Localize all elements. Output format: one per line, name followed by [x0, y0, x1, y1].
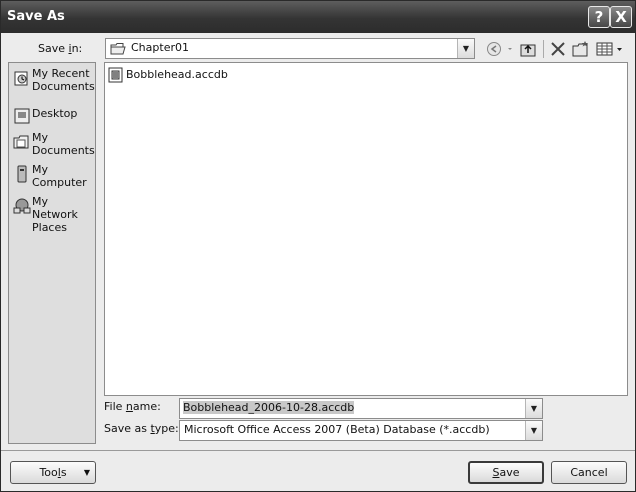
back-icon[interactable]: [486, 40, 516, 58]
close-button[interactable]: X: [610, 6, 632, 28]
chevron-down-icon[interactable]: ▼: [525, 399, 542, 418]
toolbar-separator: [543, 40, 544, 58]
save-button[interactable]: Save: [468, 461, 544, 484]
recent-documents-icon: [14, 71, 28, 86]
views-icon[interactable]: [595, 40, 627, 58]
places-item-my-computer[interactable]: My Computer: [11, 163, 95, 193]
close-icon: X: [615, 8, 627, 26]
dialog-title: Save As: [7, 9, 65, 24]
file-name-label: File name:: [104, 400, 161, 413]
delete-icon[interactable]: [549, 40, 567, 58]
places-item-recent[interactable]: My Recent Documents: [11, 67, 95, 97]
chevron-down-icon[interactable]: ▼: [457, 39, 474, 58]
file-name-input[interactable]: Bobblehead_2006-10-28.accdb ▼: [179, 398, 543, 419]
tools-button[interactable]: Tools ▼: [10, 461, 96, 484]
save-in-dropdown[interactable]: Chapter01 ▼: [105, 38, 475, 59]
new-folder-icon[interactable]: [571, 40, 591, 58]
save-in-value: Chapter01: [131, 41, 189, 54]
network-places-icon: [13, 198, 31, 214]
places-bar: My Recent Documents Desktop My Documents…: [8, 62, 96, 444]
save-as-type-label: Save as type:: [104, 422, 179, 435]
save-as-type-value: Microsoft Office Access 2007 (Beta) Data…: [184, 423, 490, 436]
save-as-type-dropdown[interactable]: Microsoft Office Access 2007 (Beta) Data…: [179, 420, 543, 441]
title-bar[interactable]: Save As ? X: [1, 1, 635, 33]
places-item-network[interactable]: My Network Places: [11, 195, 95, 234]
chevron-down-icon: ▼: [83, 468, 90, 477]
help-icon: ?: [594, 8, 604, 26]
up-folder-icon[interactable]: [519, 40, 539, 58]
access-database-icon: [108, 67, 123, 83]
file-name-value: Bobblehead_2006-10-28.accdb: [183, 401, 355, 414]
desktop-icon: [14, 108, 30, 124]
chevron-down-icon[interactable]: ▼: [525, 421, 542, 440]
cancel-button[interactable]: Cancel: [551, 461, 627, 484]
places-item-my-documents[interactable]: My Documents: [11, 131, 95, 161]
help-button[interactable]: ?: [588, 6, 610, 28]
my-computer-icon: [17, 165, 27, 183]
file-name: Bobblehead.accdb: [126, 68, 228, 81]
save-as-dialog: Save As ? X Save in: Chapter01 ▼ My Rece…: [0, 0, 636, 492]
my-documents-icon: [13, 135, 29, 149]
folder-icon: [110, 43, 126, 55]
save-in-label: Save in:: [38, 42, 83, 55]
file-list[interactable]: Bobblehead.accdb: [104, 62, 628, 396]
footer-divider: [1, 450, 635, 451]
